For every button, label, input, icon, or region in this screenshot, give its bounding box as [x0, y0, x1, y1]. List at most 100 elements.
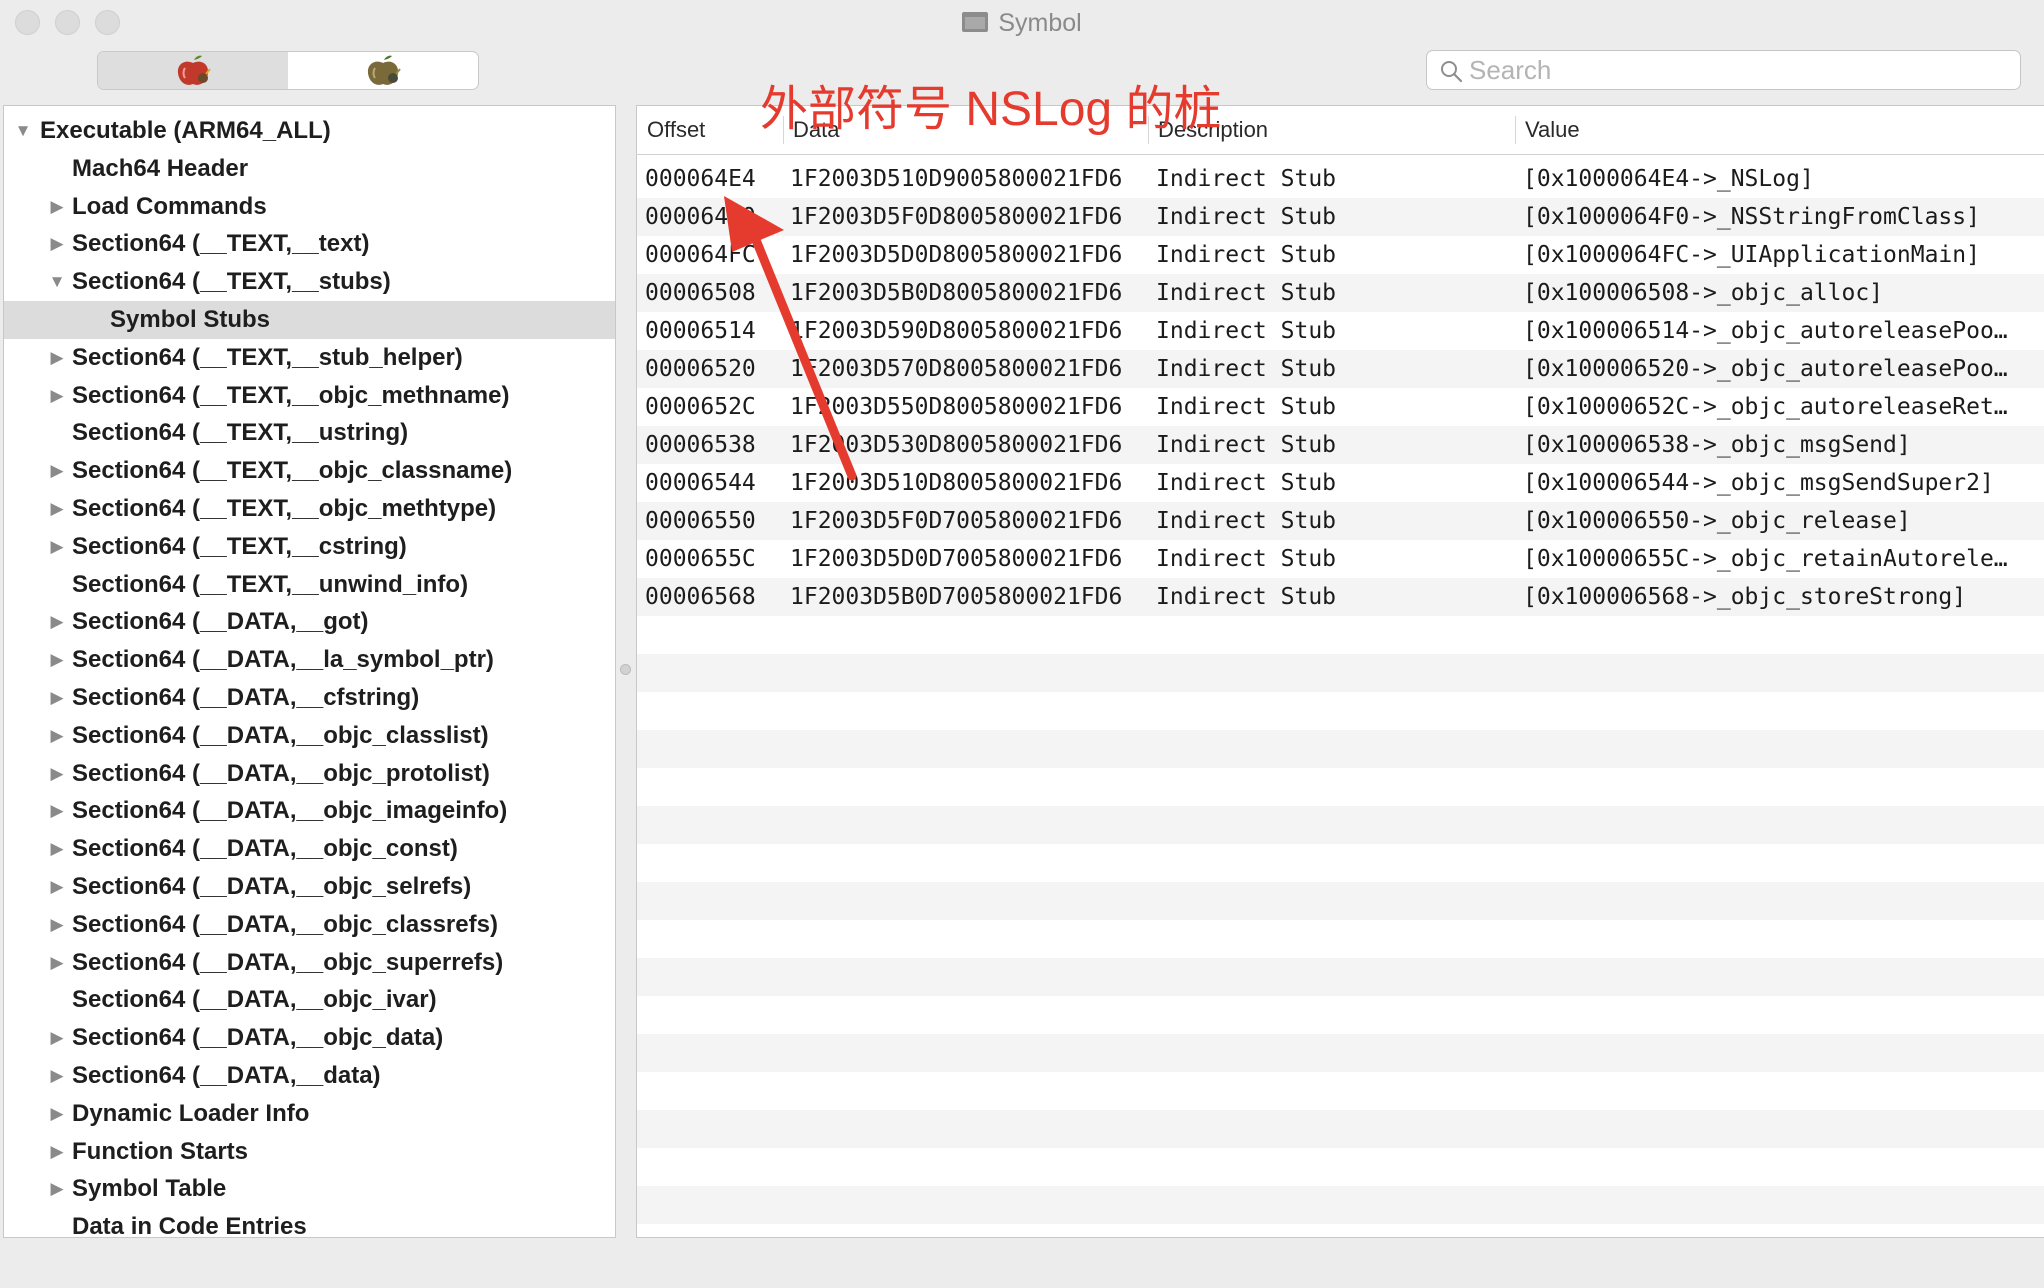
table-row[interactable]: 00006550 1F2003D5F0D7005800021FD6 Indirect…: [637, 502, 2044, 540]
view-mode-segmented-control[interactable]: [97, 51, 479, 90]
sidebar-item[interactable]: ▶ Section64 (__DATA,__objc_data): [4, 1019, 615, 1057]
title-bar: Symbol: [0, 0, 2044, 44]
sidebar-item[interactable]: ▶ Section64 (__DATA,__cfstring): [4, 679, 615, 717]
sidebar-item-label: Section64 (__DATA,__objc_selrefs): [72, 873, 472, 900]
sidebar-item[interactable]: ▶ Section64 (__DATA,__objc_classlist): [4, 717, 615, 755]
sidebar-item[interactable]: ▶ Section64 (__DATA,__objc_selrefs): [4, 868, 615, 906]
sidebar-item[interactable]: ▶ Load Commands: [4, 188, 615, 226]
sidebar-item-label: Section64 (__DATA,__got): [72, 608, 369, 636]
cell-data: 1F2003D5F0D7005800021FD6: [790, 508, 1123, 534]
sidebar-item[interactable]: Section64 (__TEXT,__unwind_info): [4, 566, 615, 604]
cell-description: Indirect Stub: [1156, 432, 1337, 458]
disclosure-collapsed-icon[interactable]: ▶: [48, 452, 66, 490]
cell-value: [0x100006520->_objc_autoreleasePoo…: [1523, 356, 2008, 382]
annotation-arrow: [724, 196, 857, 481]
empty-table-row: [637, 616, 2044, 654]
sidebar-item[interactable]: ▶ Symbol Table: [4, 1170, 615, 1208]
disclosure-collapsed-icon[interactable]: ▶: [48, 868, 66, 906]
structure-outline[interactable]: ▼ Executable (ARM64_ALL) Mach64 Header ▶ Loa…: [3, 105, 616, 1238]
segment-raw[interactable]: [98, 52, 288, 89]
disclosure-collapsed-icon[interactable]: ▶: [48, 1019, 66, 1057]
disclosure-collapsed-icon[interactable]: ▶: [48, 490, 66, 528]
sidebar-item[interactable]: ▼ Executable (ARM64_ALL): [4, 112, 615, 150]
disclosure-collapsed-icon[interactable]: ▶: [48, 377, 66, 415]
column-header-offset[interactable]: Offset: [647, 106, 705, 154]
disclosure-collapsed-icon[interactable]: ▶: [48, 717, 66, 755]
sidebar-item-label: Executable (ARM64_ALL): [40, 117, 331, 144]
sidebar-item[interactable]: ▶ Section64 (__DATA,__la_symbol_ptr): [4, 641, 615, 679]
sidebar-item[interactable]: Symbol Stubs: [4, 301, 615, 339]
sidebar-item[interactable]: ▶ Section64 (__TEXT,__text): [4, 225, 615, 263]
sidebar-item[interactable]: ▶ Section64 (__DATA,__data): [4, 1057, 615, 1095]
search-icon: [1441, 61, 1463, 83]
cell-value: [0x100006538->_objc_msgSend]: [1523, 432, 1911, 458]
search-field[interactable]: [1426, 50, 2021, 90]
disclosure-collapsed-icon[interactable]: ▶: [48, 830, 66, 868]
cell-description: Indirect Stub: [1156, 470, 1337, 496]
disclosure-collapsed-icon[interactable]: ▶: [48, 1133, 66, 1171]
empty-table-row: [637, 1186, 2044, 1224]
sidebar-item[interactable]: ▶ Section64 (__TEXT,__cstring): [4, 528, 615, 566]
sidebar-item-label: Symbol Stubs: [110, 306, 271, 333]
disclosure-collapsed-icon[interactable]: ▶: [48, 225, 66, 263]
cell-value: [0x1000064E4->_NSLog]: [1523, 166, 1814, 192]
sidebar-item[interactable]: ▶ Section64 (__TEXT,__objc_methtype): [4, 490, 615, 528]
empty-table-row: [637, 730, 2044, 768]
disclosure-collapsed-icon[interactable]: ▶: [48, 792, 66, 830]
disclosure-collapsed-icon[interactable]: ▶: [48, 339, 66, 377]
table-row[interactable]: 00006568 1F2003D5B0D7005800021FD6 Indirect…: [637, 578, 2044, 616]
sidebar-item[interactable]: ▶ Section64 (__TEXT,__objc_classname): [4, 452, 615, 490]
disclosure-expanded-icon[interactable]: ▼: [14, 112, 32, 150]
disclosure-collapsed-icon[interactable]: ▶: [48, 528, 66, 566]
table-row[interactable]: 0000655C 1F2003D5D0D7005800021FD6 Indirect…: [637, 540, 2044, 578]
sidebar-item[interactable]: ▶ Section64 (__DATA,__objc_classrefs): [4, 906, 615, 944]
disclosure-collapsed-icon[interactable]: ▶: [48, 906, 66, 944]
sidebar-item-label: Section64 (__DATA,__objc_classlist): [72, 721, 489, 749]
disclosure-collapsed-icon[interactable]: ▶: [48, 1170, 66, 1208]
disclosure-collapsed-icon[interactable]: ▶: [48, 641, 66, 679]
sidebar-item[interactable]: ▶ Section64 (__DATA,__objc_superrefs): [4, 944, 615, 982]
split-view-divider-handle[interactable]: [620, 664, 631, 675]
empty-table-row: [637, 768, 2044, 806]
sidebar-item-label: Section64 (__DATA,__objc_superrefs): [72, 948, 504, 976]
disclosure-collapsed-icon[interactable]: ▶: [48, 603, 66, 641]
disclosure-collapsed-icon[interactable]: ▶: [48, 188, 66, 226]
sidebar-item[interactable]: ▶ Section64 (__TEXT,__objc_methname): [4, 377, 615, 415]
empty-table-row: [637, 654, 2044, 692]
cell-description: Indirect Stub: [1156, 204, 1337, 230]
column-separator[interactable]: [1515, 116, 1516, 144]
cell-value: [0x100006508->_objc_alloc]: [1523, 280, 1884, 306]
sidebar-item-label: Section64 (__TEXT,__objc_methname): [72, 381, 510, 409]
column-header-value[interactable]: Value: [1525, 106, 1580, 154]
sidebar-item[interactable]: Section64 (__DATA,__objc_ivar): [4, 981, 615, 1019]
sidebar-item[interactable]: Data in Code Entries: [4, 1208, 615, 1237]
sidebar-item[interactable]: ▶ Dynamic Loader Info: [4, 1095, 615, 1133]
sidebar-item[interactable]: ▶ Section64 (__DATA,__objc_const): [4, 830, 615, 868]
cell-value: [0x100006514->_objc_autoreleasePoo…: [1523, 318, 2008, 344]
disclosure-collapsed-icon[interactable]: ▶: [48, 1095, 66, 1133]
search-input[interactable]: [1469, 51, 2010, 89]
cell-value: [0x1000064FC->_UIApplicationMain]: [1523, 242, 1980, 268]
sidebar-item[interactable]: ▶ Section64 (__DATA,__objc_protolist): [4, 755, 615, 793]
sidebar-item[interactable]: ▶ Section64 (__DATA,__got): [4, 603, 615, 641]
sidebar-item[interactable]: Section64 (__TEXT,__ustring): [4, 414, 615, 452]
sidebar-item[interactable]: Mach64 Header: [4, 150, 615, 188]
disclosure-collapsed-icon[interactable]: ▶: [48, 1057, 66, 1095]
window-title-area: Symbol: [0, 6, 2044, 40]
sidebar-item-label: Load Commands: [72, 192, 267, 220]
disclosure-collapsed-icon[interactable]: ▶: [48, 755, 66, 793]
disclosure-collapsed-icon[interactable]: ▶: [48, 944, 66, 982]
sidebar-item[interactable]: ▶ Function Starts: [4, 1133, 615, 1171]
sidebar-item[interactable]: ▼ Section64 (__TEXT,__stubs): [4, 263, 615, 301]
cell-offset: 00006568: [645, 584, 756, 610]
sidebar-item-label: Section64 (__DATA,__cfstring): [72, 684, 420, 711]
sidebar-item[interactable]: ▶ Section64 (__DATA,__objc_imageinfo): [4, 792, 615, 830]
disclosure-expanded-icon[interactable]: ▼: [48, 263, 66, 301]
annotation-label: 外部符号 NSLog 的桩: [760, 83, 1222, 136]
empty-table-row: [637, 958, 2044, 996]
disclosure-collapsed-icon[interactable]: ▶: [48, 679, 66, 717]
segment-rva[interactable]: [288, 52, 478, 89]
cell-data: 1F2003D5D0D7005800021FD6: [790, 546, 1123, 572]
sidebar-item[interactable]: ▶ Section64 (__TEXT,__stub_helper): [4, 339, 615, 377]
sidebar-item-label: Section64 (__TEXT,__objc_classname): [72, 457, 513, 485]
